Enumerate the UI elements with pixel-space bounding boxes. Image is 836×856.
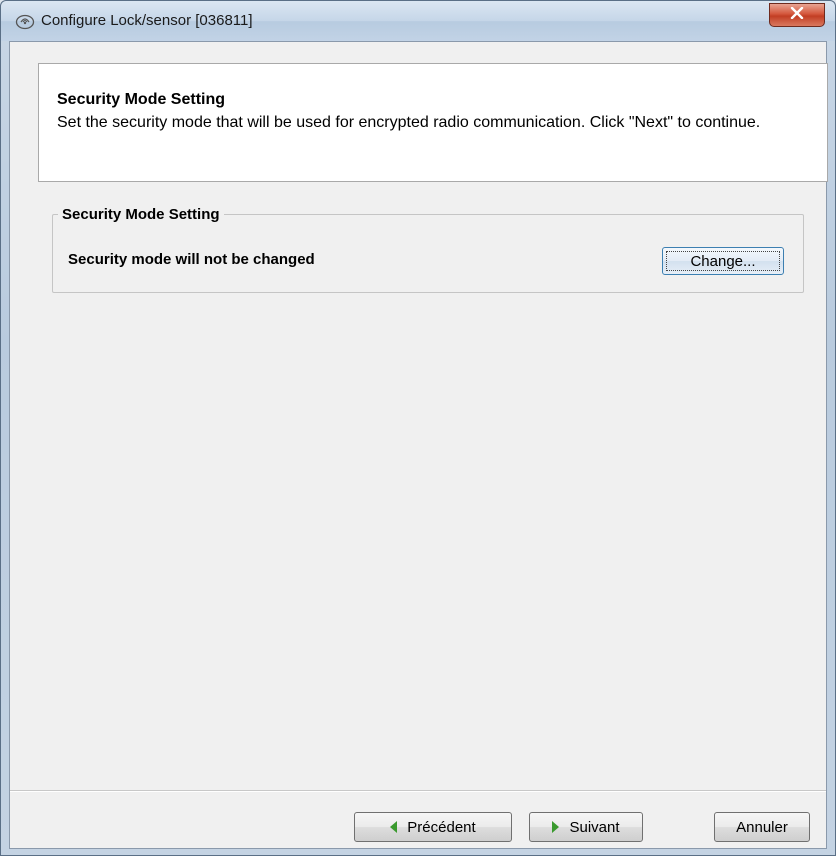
- dialog-window: Configure Lock/sensor [036811] Security …: [0, 0, 836, 856]
- security-mode-status: Security mode will not be changed: [68, 251, 315, 268]
- groupbox-legend: Security Mode Setting: [58, 206, 224, 223]
- title-bar[interactable]: Configure Lock/sensor [036811]: [1, 1, 835, 41]
- close-button[interactable]: [769, 3, 825, 27]
- close-icon: [790, 6, 804, 24]
- arrow-left-icon: [390, 821, 398, 833]
- cancel-button[interactable]: Annuler: [714, 812, 810, 842]
- previous-button-label: Précédent: [407, 818, 476, 836]
- change-button[interactable]: Change...: [662, 247, 784, 275]
- header-title: Security Mode Setting: [57, 91, 226, 108]
- next-button[interactable]: Suivant: [529, 812, 643, 842]
- wireless-signal-icon: [15, 12, 35, 30]
- focus-rectangle: [666, 251, 780, 271]
- header-description: Set the security mode that will be used …: [57, 114, 761, 131]
- next-button-label: Suivant: [569, 818, 620, 836]
- window-title: Configure Lock/sensor [036811]: [41, 12, 253, 29]
- footer-separator: [10, 790, 826, 792]
- cancel-button-label: Annuler: [736, 818, 788, 836]
- dialog-client-area: Security Mode Setting Set the security m…: [9, 41, 828, 849]
- arrow-right-icon: [552, 821, 560, 833]
- wizard-header-panel: Security Mode Setting Set the security m…: [38, 63, 828, 182]
- previous-button[interactable]: Précédent: [354, 812, 512, 842]
